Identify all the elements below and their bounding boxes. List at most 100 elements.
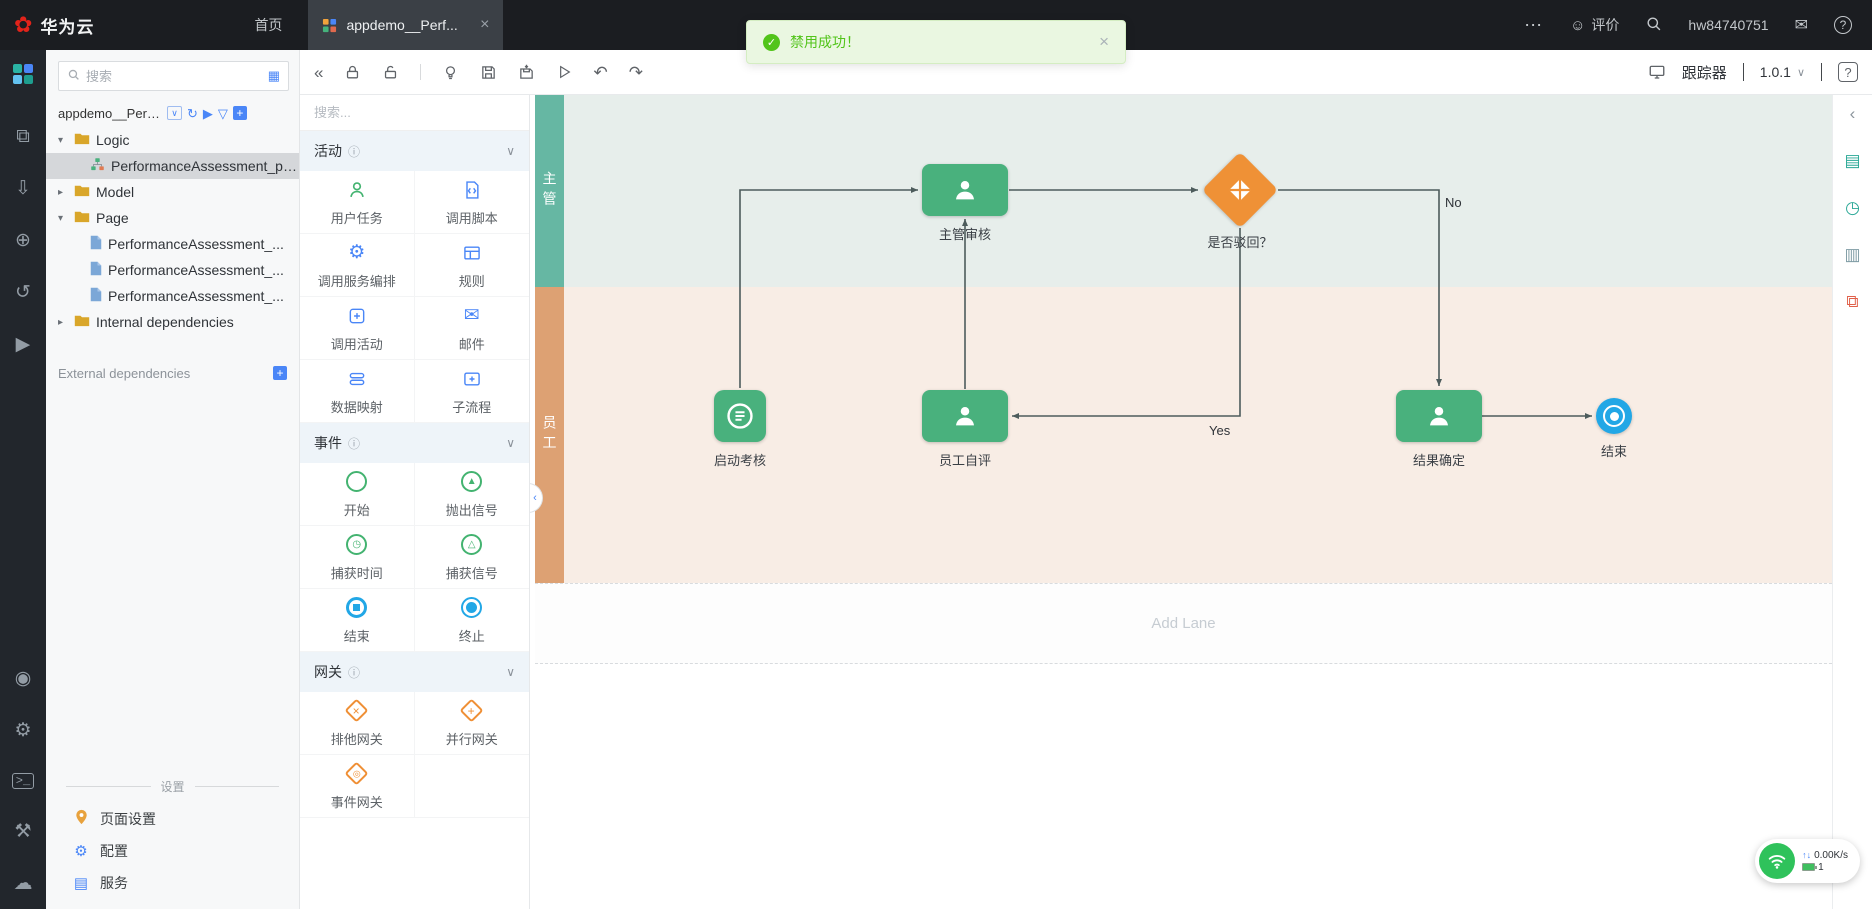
terminal-icon[interactable]: >_ — [11, 773, 35, 789]
add-external-icon[interactable]: + — [273, 366, 287, 380]
undo-icon[interactable]: ↶ — [593, 64, 607, 81]
palette-item-throw-signal[interactable]: ▲ 抛出信号 — [414, 463, 529, 526]
palette-item-catch-timer[interactable]: ◷ 捕获时间 — [300, 526, 415, 589]
tree-folder-page[interactable]: ▾ Page — [46, 205, 299, 231]
toast-close-icon[interactable]: × — [1039, 32, 1109, 52]
external-dependencies-row: External dependencies + — [46, 359, 299, 387]
save-icon[interactable] — [480, 64, 497, 81]
structure-panel-icon[interactable]: ⧉ — [1846, 293, 1858, 310]
lane-employee-label[interactable]: 员工 — [535, 287, 564, 583]
username[interactable]: hw84740751 — [1688, 17, 1768, 33]
filter-icon[interactable]: ▽ — [218, 107, 228, 120]
run-icon[interactable] — [556, 64, 572, 80]
palette-item-rule[interactable]: 规则 — [414, 234, 529, 297]
app-tab[interactable]: appdemo__Perf... × — [308, 0, 504, 50]
lane-supervisor-body[interactable] — [564, 95, 1832, 287]
timer-event-icon: ◷ — [346, 534, 368, 555]
explorer-search-input[interactable] — [86, 68, 262, 84]
lock-icon[interactable] — [344, 64, 361, 81]
page-settings-item[interactable]: 页面设置 — [46, 803, 299, 835]
capture-icon[interactable]: ◉ — [15, 669, 32, 688]
plus-square-icon — [347, 304, 367, 328]
flow-node-end[interactable] — [1596, 398, 1632, 434]
chevron-right-icon[interactable]: ▸ — [58, 187, 68, 198]
connection-status-widget[interactable]: ↑↓ 0.00K/s 1 — [1755, 839, 1860, 883]
tree-item-page-3[interactable]: PerformanceAssessment_... — [46, 283, 299, 309]
palette-item-event-gateway[interactable]: ◎ 事件网关 — [300, 755, 415, 818]
run-app-icon[interactable]: ▶ — [203, 107, 213, 120]
palette-item-subprocess[interactable]: 子流程 — [414, 360, 529, 423]
external-dependencies-label[interactable]: External dependencies — [58, 366, 190, 381]
settings-gear-icon[interactable]: ⚙ — [14, 721, 31, 740]
project-root[interactable]: appdemo__Perfo... — [58, 106, 162, 121]
redo-icon[interactable]: ↷ — [629, 64, 643, 81]
chevron-down-icon[interactable]: ▾ — [58, 135, 68, 146]
palette-item-call-script[interactable]: 调用脚本 — [414, 171, 529, 234]
palette-item-mail[interactable]: ✉ 邮件 — [414, 297, 529, 360]
palette-item-parallel-gateway[interactable]: + 并行网关 — [414, 692, 529, 755]
chevron-right-icon[interactable]: ▸ — [58, 317, 68, 328]
palette-search-input[interactable] — [314, 105, 515, 120]
refresh-icon[interactable]: ↻ — [187, 107, 198, 120]
section-header-events[interactable]: 事件 ⓘ ∨ — [300, 423, 529, 463]
section-header-gateways[interactable]: 网关 ⓘ ∨ — [300, 652, 529, 692]
layers-icon[interactable]: ⧉ — [16, 127, 30, 146]
services-item[interactable]: ▤ 服务 — [46, 867, 299, 899]
debug-icon[interactable]: ▶ — [16, 335, 31, 354]
collapse-palette-icon[interactable]: « — [314, 64, 323, 81]
install-icon[interactable]: ⇩ — [15, 179, 31, 198]
palette-item-end-event[interactable]: 结束 — [300, 589, 415, 652]
add-lane-button[interactable]: Add Lane — [535, 583, 1832, 664]
palette-item-call-activity[interactable]: 调用活动 — [300, 297, 415, 360]
tree-item-flow-selected[interactable]: PerformanceAssessment_pe... — [46, 153, 299, 179]
tree-folder-model[interactable]: ▸ Model — [46, 179, 299, 205]
feedback-button[interactable]: ☺ 评价 — [1570, 15, 1619, 35]
palette-item-start-event[interactable]: 开始 — [300, 463, 415, 526]
tab-close-icon[interactable]: × — [480, 16, 489, 34]
add-icon[interactable]: + — [232, 106, 247, 120]
help-icon[interactable]: ? — [1834, 16, 1852, 34]
document-panel-icon[interactable]: ▥ — [1844, 246, 1860, 263]
history-icon[interactable]: ↺ — [15, 283, 31, 302]
root-chevron-icon[interactable]: ∨ — [167, 106, 182, 120]
properties-panel-icon[interactable]: ▤ — [1844, 152, 1860, 169]
more-menu-icon[interactable]: ⋯ — [1524, 15, 1544, 36]
flow-canvas[interactable]: 主管 员工 Add Lane 启动考核 主管审核 是否驳回？ 员工自评 结果确定… — [530, 95, 1832, 909]
config-item[interactable]: ⚙ 配置 — [46, 835, 299, 867]
palette-item-exclusive-gateway[interactable]: × 排他网关 — [300, 692, 415, 755]
flow-node-self-evaluation[interactable] — [922, 390, 1008, 442]
palette-item-catch-signal[interactable]: △ 捕获信号 — [414, 526, 529, 589]
tree-folder-logic[interactable]: ▾ Logic — [46, 127, 299, 153]
unlock-icon[interactable] — [382, 64, 399, 81]
palette-item-call-orchestration[interactable]: ⚙ 调用服务编排 — [300, 234, 415, 297]
chevron-down-icon[interactable]: ▾ — [58, 213, 68, 224]
tree-folder-internal-dependencies[interactable]: ▸ Internal dependencies — [46, 309, 299, 335]
home-link[interactable]: 首页 — [254, 15, 282, 35]
toolbar-help-icon[interactable]: ? — [1838, 62, 1858, 82]
palette-item-user-task[interactable]: 用户任务 — [300, 171, 415, 234]
palette-item-terminate-event[interactable]: 终止 — [414, 589, 529, 652]
app-logo-icon[interactable] — [11, 62, 35, 91]
flow-node-start-assessment[interactable] — [714, 390, 766, 442]
section-header-activities[interactable]: 活动 ⓘ ∨ — [300, 131, 529, 171]
save-as-icon[interactable] — [518, 64, 535, 81]
history-panel-icon[interactable]: ◷ — [1845, 199, 1860, 216]
tree-item-page-2[interactable]: PerformanceAssessment_... — [46, 257, 299, 283]
flow-node-supervisor-review[interactable] — [922, 164, 1008, 216]
edge-label-no: No — [1445, 195, 1462, 210]
version-select[interactable]: 1.0.1 ∨ — [1760, 64, 1805, 80]
advanced-search-icon[interactable]: ▦ — [268, 68, 280, 84]
expand-panel-icon[interactable]: ‹ — [1850, 105, 1856, 122]
tracker-button[interactable]: 跟踪器 — [1682, 62, 1727, 83]
mail-icon[interactable]: ✉ — [1795, 15, 1808, 35]
plugin-icon[interactable]: ⊕ — [15, 231, 31, 250]
validate-bulb-icon[interactable] — [442, 64, 459, 81]
flow-node-result-confirm[interactable] — [1396, 390, 1482, 442]
search-icon[interactable] — [1645, 15, 1662, 35]
toolbox-icon[interactable]: ⚒ — [14, 822, 31, 841]
palette-item-data-mapping[interactable]: 数据映射 — [300, 360, 415, 423]
preview-monitor-icon[interactable] — [1648, 63, 1666, 81]
tree-item-page-1[interactable]: PerformanceAssessment_... — [46, 231, 299, 257]
publish-cloud-icon[interactable]: ☁ — [14, 874, 33, 893]
lane-supervisor-label[interactable]: 主管 — [535, 95, 564, 287]
